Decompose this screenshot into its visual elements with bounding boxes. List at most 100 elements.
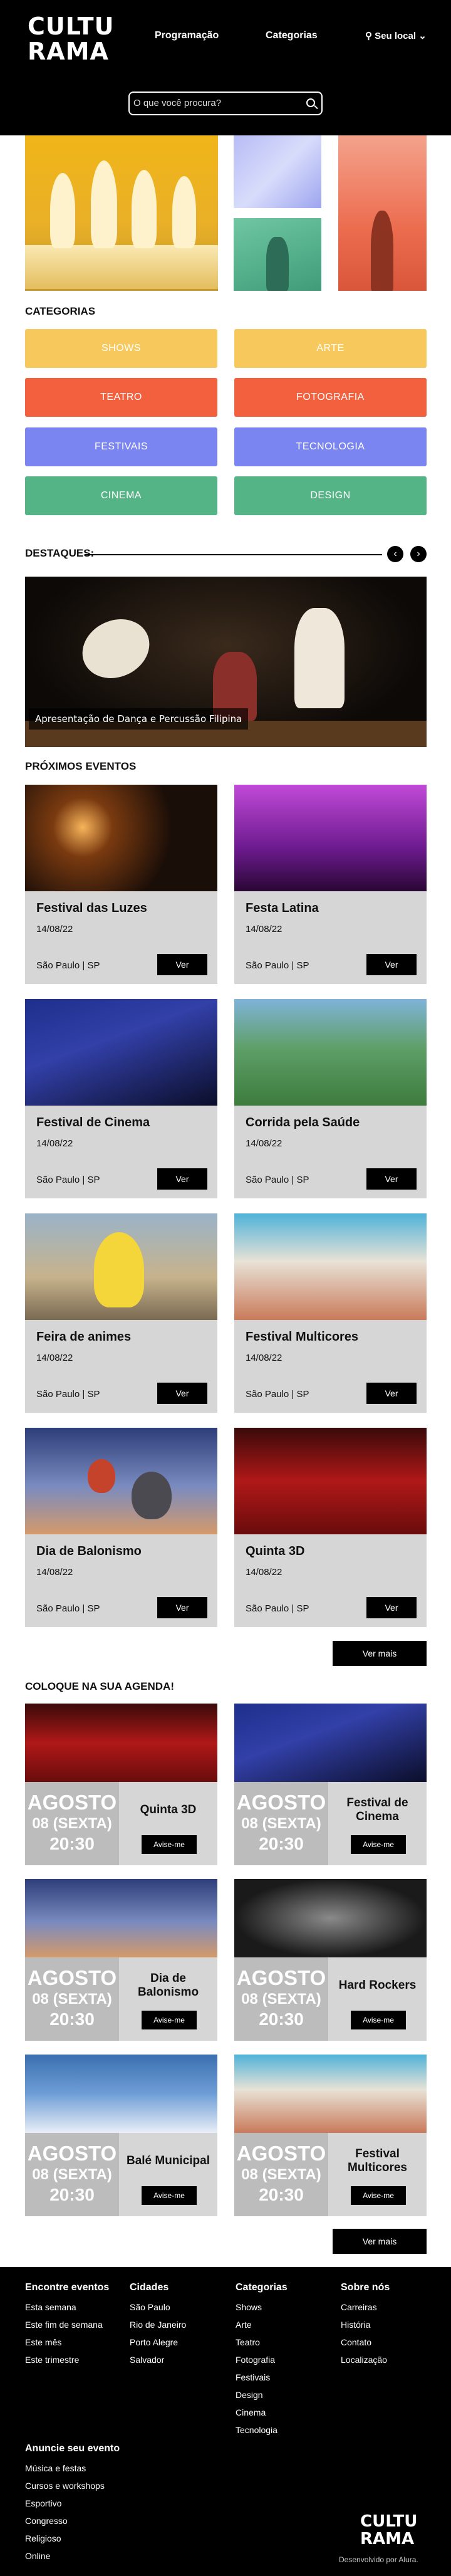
carousel-next-button[interactable]: ›: [410, 546, 427, 562]
footer-link[interactable]: Shows: [236, 2298, 288, 2316]
category-arte-button[interactable]: ARTE: [234, 329, 427, 368]
agenda-image: [25, 2055, 217, 2133]
agenda-month: AGOSTO: [236, 1791, 326, 1814]
event-card[interactable]: Feira de animes 14/08/22 São Paulo | SP …: [25, 1213, 217, 1413]
notify-button[interactable]: Avise-me: [142, 1835, 197, 1854]
event-location: São Paulo | SP: [246, 1389, 309, 1400]
category-tecnologia-button[interactable]: TECNOLOGIA: [234, 427, 427, 466]
events-more-button[interactable]: Ver mais: [333, 1641, 427, 1666]
agenda-info: Dia de Balonismo Avise-me: [119, 1957, 217, 2041]
footer-link[interactable]: Design: [236, 2386, 288, 2404]
event-title: Quinta 3D: [246, 1544, 305, 1558]
event-view-button[interactable]: Ver: [157, 954, 207, 975]
footer-link[interactable]: Porto Alegre: [130, 2333, 186, 2351]
agenda-card[interactable]: AGOSTO 08 (SEXTA) 20:30 Hard Rockers Avi…: [234, 1879, 427, 2041]
agenda-info: Balé Municipal Avise-me: [119, 2133, 217, 2216]
agenda-date: AGOSTO 08 (SEXTA) 20:30: [25, 1782, 119, 1865]
category-teatro-button[interactable]: TEATRO: [25, 378, 217, 417]
carousel-prev-button[interactable]: ‹: [387, 546, 403, 562]
footer-link[interactable]: Fotografia: [236, 2351, 288, 2369]
footer-link[interactable]: História: [341, 2316, 390, 2333]
agenda-time: 20:30: [49, 1834, 95, 1853]
nav-programacao[interactable]: Programação: [155, 30, 219, 41]
agenda-image: [234, 1704, 427, 1782]
footer-link[interactable]: Rio de Janeiro: [130, 2316, 186, 2333]
footer-column-cidades: Cidades São Paulo Rio de Janeiro Porto A…: [130, 2281, 186, 2369]
footer-link[interactable]: Tecnologia: [236, 2421, 288, 2439]
search-icon[interactable]: [306, 98, 315, 107]
agenda-card[interactable]: AGOSTO 08 (SEXTA) 20:30 Festival Multico…: [234, 2055, 427, 2216]
footer-link[interactable]: Esportivo: [25, 2495, 120, 2512]
footer-link[interactable]: Arte: [236, 2316, 288, 2333]
event-card[interactable]: Dia de Balonismo 14/08/22 São Paulo | SP…: [25, 1428, 217, 1627]
event-view-button[interactable]: Ver: [157, 1383, 207, 1404]
agenda-date: AGOSTO 08 (SEXTA) 20:30: [25, 1957, 119, 2041]
agenda-card[interactable]: AGOSTO 08 (SEXTA) 20:30 Balé Municipal A…: [25, 2055, 217, 2216]
footer-link[interactable]: Esta semana: [25, 2298, 109, 2316]
agenda-date: AGOSTO 08 (SEXTA) 20:30: [234, 2133, 328, 2216]
event-view-button[interactable]: Ver: [366, 1597, 417, 1618]
footer-link[interactable]: Festivais: [236, 2369, 288, 2386]
category-cinema-button[interactable]: CINEMA: [25, 476, 217, 515]
event-title: Dia de Balonismo: [36, 1544, 142, 1558]
agenda-card[interactable]: AGOSTO 08 (SEXTA) 20:30 Quinta 3D Avise-…: [25, 1704, 217, 1865]
category-shows-button[interactable]: SHOWS: [25, 329, 217, 368]
footer-link[interactable]: Carreiras: [341, 2298, 390, 2316]
notify-button[interactable]: Avise-me: [142, 2011, 197, 2029]
event-card[interactable]: Festival das Luzes 14/08/22 São Paulo | …: [25, 785, 217, 984]
agenda-more-button[interactable]: Ver mais: [333, 2229, 427, 2254]
agenda-day: 08 (SEXTA): [32, 1991, 112, 2008]
footer-link[interactable]: Contato: [341, 2333, 390, 2351]
footer-link[interactable]: Música e festas: [25, 2459, 120, 2477]
footer-link[interactable]: Salvador: [130, 2351, 186, 2369]
notify-button[interactable]: Avise-me: [142, 2186, 197, 2205]
footer-link[interactable]: Este trimestre: [25, 2351, 109, 2369]
event-card[interactable]: Festa Latina 14/08/22 São Paulo | SP Ver: [234, 785, 427, 984]
notify-button[interactable]: Avise-me: [351, 1835, 406, 1854]
highlight-feature-image[interactable]: Apresentação de Dança e Percussão Filipi…: [25, 577, 427, 747]
footer-link[interactable]: Este mês: [25, 2333, 109, 2351]
footer-link[interactable]: Cinema: [236, 2404, 288, 2421]
footer-link[interactable]: Congresso: [25, 2512, 120, 2530]
event-image: [234, 1213, 427, 1320]
event-view-button[interactable]: Ver: [157, 1597, 207, 1618]
event-card[interactable]: Festival de Cinema 14/08/22 São Paulo | …: [25, 999, 217, 1198]
footer-column-title: Encontre eventos: [25, 2282, 110, 2293]
footer-link[interactable]: Este fim de semana: [25, 2316, 109, 2333]
event-card[interactable]: Corrida pela Saúde 14/08/22 São Paulo | …: [234, 999, 427, 1198]
agenda-day: 08 (SEXTA): [32, 1815, 112, 1832]
category-design-button[interactable]: DESIGN: [234, 476, 427, 515]
footer-column-title: Sobre nós: [341, 2282, 390, 2293]
event-view-button[interactable]: Ver: [366, 1383, 417, 1404]
footer-link[interactable]: Localização: [341, 2351, 390, 2369]
agenda-day: 08 (SEXTA): [241, 2166, 321, 2183]
footer-logo[interactable]: CULTU RAMA: [360, 2513, 417, 2548]
footer-link[interactable]: São Paulo: [130, 2298, 186, 2316]
notify-button[interactable]: Avise-me: [351, 2011, 406, 2029]
site-logo[interactable]: CULTU RAMA: [28, 13, 115, 64]
category-fotografia-button[interactable]: FOTOGRAFIA: [234, 378, 427, 417]
footer-link[interactable]: Cursos e workshops: [25, 2477, 120, 2495]
event-card[interactable]: Quinta 3D 14/08/22 São Paulo | SP Ver: [234, 1428, 427, 1627]
footer-link[interactable]: Teatro: [236, 2333, 288, 2351]
logo-line-1: CULTU: [28, 13, 115, 40]
event-view-button[interactable]: Ver: [157, 1168, 207, 1190]
event-view-button[interactable]: Ver: [366, 1168, 417, 1190]
event-image: [25, 785, 217, 891]
footer-link[interactable]: Online: [25, 2547, 120, 2565]
notify-button[interactable]: Avise-me: [351, 2186, 406, 2205]
search-input[interactable]: O que você procura?: [128, 92, 323, 115]
highlight-caption: Apresentação de Dança e Percussão Filipi…: [29, 708, 249, 730]
location-selector[interactable]: ⚲ Seu local ⌄: [365, 30, 427, 41]
category-festivais-button[interactable]: FESTIVAIS: [25, 427, 217, 466]
agenda-month: AGOSTO: [27, 1791, 117, 1814]
event-view-button[interactable]: Ver: [366, 954, 417, 975]
nav-categorias[interactable]: Categorias: [266, 30, 318, 41]
footer-column-title: Categorias: [236, 2282, 288, 2293]
agenda-card[interactable]: AGOSTO 08 (SEXTA) 20:30 Festival de Cine…: [234, 1704, 427, 1865]
event-image: [234, 999, 427, 1106]
footer-link[interactable]: Religioso: [25, 2530, 120, 2547]
agenda-card[interactable]: AGOSTO 08 (SEXTA) 20:30 Dia de Balonismo…: [25, 1879, 217, 2041]
event-card[interactable]: Festival Multicores 14/08/22 São Paulo |…: [234, 1213, 427, 1413]
agenda-image: [25, 1704, 217, 1782]
